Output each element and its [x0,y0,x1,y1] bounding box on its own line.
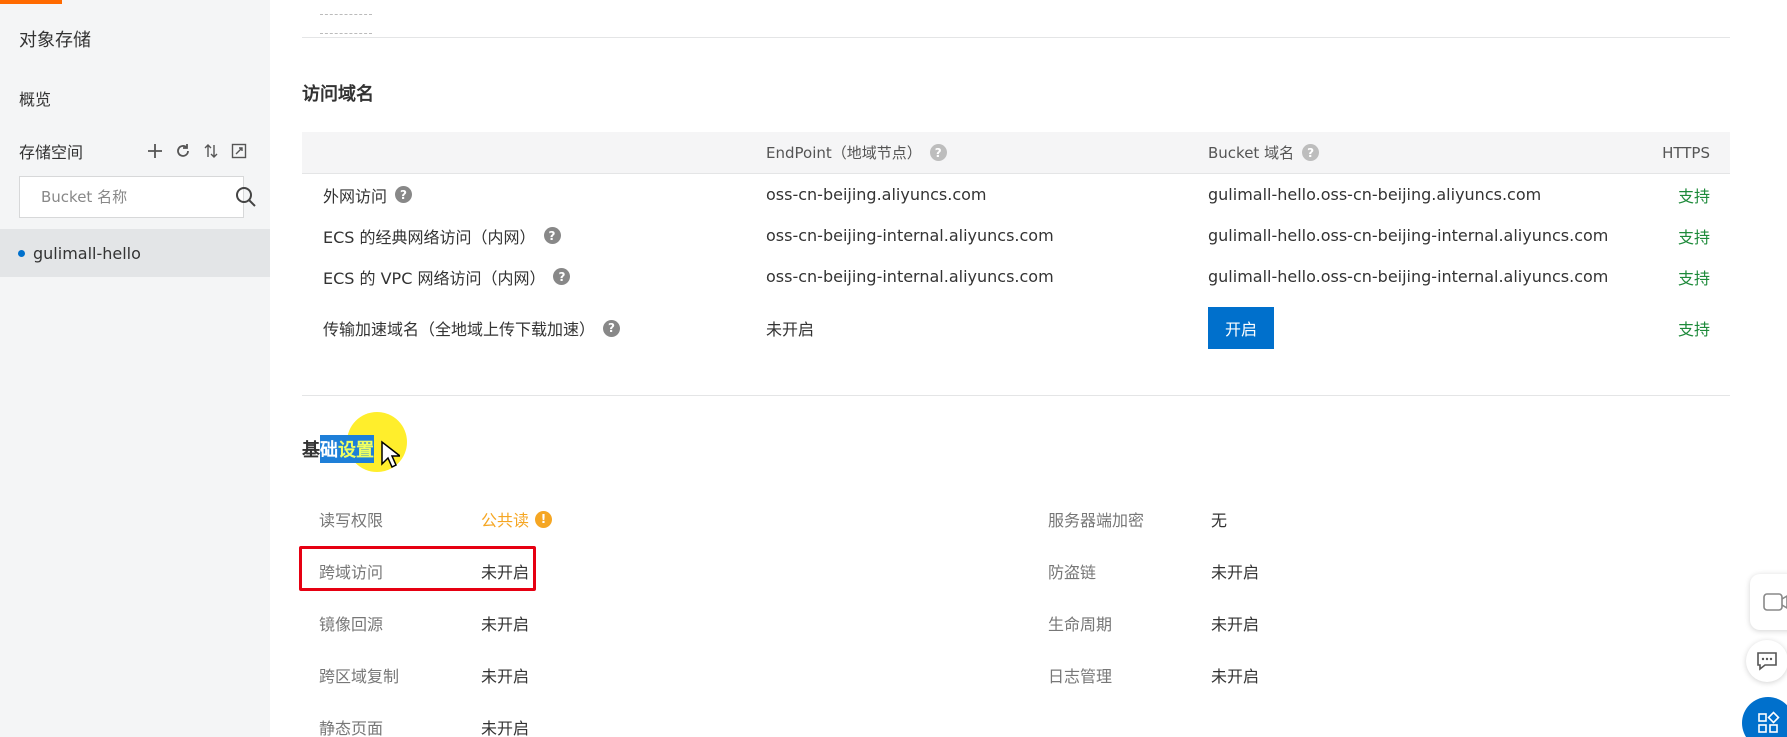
domain-value: gulimall-hello.oss-cn-beijing.aliyuncs.c… [1208,185,1542,204]
https-support: 支持 [1677,227,1710,247]
basic-settings-title: 基础设置 [302,435,374,463]
endpoint-value: oss-cn-beijing-internal.aliyuncs.com [766,267,1054,286]
setting-label: 日志管理 [1048,667,1113,686]
access-type: 传输加速域名（全地域上传下载加速） [323,320,596,339]
https-support: 支持 [1677,320,1710,339]
refresh-icon[interactable] [173,141,193,161]
help-icon[interactable]: ? [603,319,621,337]
sort-icon[interactable] [201,141,221,161]
endpoints-title: 访问域名 [302,84,374,105]
buckets-header: 存储空间 [19,139,249,163]
endpoint-value: oss-cn-beijing-internal.aliyuncs.com [766,226,1054,245]
sidebar-title: 对象存储 [19,30,91,51]
access-type: 外网访问 [323,186,388,206]
table-row: ECS 的 VPC 网络访问（内网）? oss-cn-beijing-inter… [302,256,1730,297]
help-icon[interactable]: ? [543,227,561,244]
https-column-header: HTTPS [1662,143,1710,162]
bucket-domain-column-header: Bucket 域名 ? [1208,132,1320,173]
annotation-highlight-box [299,546,536,591]
mouse-cursor-icon [381,440,400,469]
bucket-search-input[interactable] [20,177,235,217]
setting-label: 服务器端加密 [1048,511,1145,530]
main-content: 访问域名 EndPoint（地域节点） ? Bucket 域名 ? HTTPS … [270,0,1787,737]
table-row: 外网访问? oss-cn-beijing.aliyuncs.com gulima… [302,174,1730,215]
domain-value: gulimall-hello.oss-cn-beijing-internal.a… [1208,226,1609,245]
table-row: 传输加速域名（全地域上传下载加速）? 未开启 开启 支持 [302,297,1730,359]
setting-value[interactable]: 公共读! [481,507,553,531]
endpoint-value: oss-cn-beijing.aliyuncs.com [766,185,987,204]
endpoint-value: 未开启 [766,320,815,339]
access-type: ECS 的经典网络访问（内网） [323,227,536,247]
help-icon[interactable]: ? [553,268,571,285]
top-links-remnant [320,0,460,34]
https-support: 支持 [1677,268,1710,288]
setting-value[interactable]: 未开启 [1211,611,1259,635]
setting-label: 生命周期 [1048,615,1113,634]
video-icon[interactable] [1750,574,1787,630]
setting-value[interactable]: 未开启 [1211,663,1259,687]
setting-value[interactable]: 未开启 [1211,559,1259,583]
endpoints-table: EndPoint（地域节点） ? Bucket 域名 ? HTTPS 外网访问?… [302,132,1730,359]
setting-value[interactable]: 无 [1211,507,1227,531]
setting-label: 跨区域复制 [319,667,400,686]
https-support: 支持 [1677,186,1710,206]
help-icon[interactable]: ? [395,186,413,203]
setting-value[interactable]: 未开启 [481,611,529,635]
sidebar-item-overview[interactable]: 概览 [19,86,51,110]
divider [302,395,1730,396]
bucket-name: gulimall-hello [33,243,141,263]
table-header: EndPoint（地域节点） ? Bucket 域名 ? HTTPS [302,132,1730,174]
setting-value[interactable]: 未开启 [481,715,529,737]
warning-icon: ! [535,510,553,528]
chat-icon[interactable] [1746,640,1787,682]
sidebar-item-bucket[interactable]: gulimall-hello [0,229,270,277]
setting-label: 防盗链 [1048,563,1097,582]
help-icon[interactable]: ? [929,144,947,161]
sidebar: 对象存储 概览 存储空间 gulimall-hello [0,0,270,737]
buckets-label: 存储空间 [19,143,84,162]
domain-value: gulimall-hello.oss-cn-beijing-internal.a… [1208,267,1609,286]
setting-value[interactable]: 未开启 [481,663,529,687]
table-row: ECS 的经典网络访问（内网）? oss-cn-beijing-internal… [302,215,1730,256]
enable-acceleration-button[interactable]: 开启 [1208,307,1274,349]
bucket-search [19,176,256,218]
setting-label: 静态页面 [319,719,384,737]
brand-accent-bar [0,0,62,4]
bucket-dot-icon [18,249,25,257]
divider [302,37,1730,38]
help-icon[interactable]: ? [1302,144,1320,161]
access-type: ECS 的 VPC 网络访问（内网） [323,268,546,288]
setting-label: 读写权限 [319,511,384,530]
plus-icon[interactable] [145,141,165,161]
setting-label: 镜像回源 [319,615,384,634]
search-icon[interactable] [235,177,257,217]
endpoint-column-header: EndPoint（地域节点） ? [766,132,947,173]
expand-icon[interactable] [229,141,249,161]
